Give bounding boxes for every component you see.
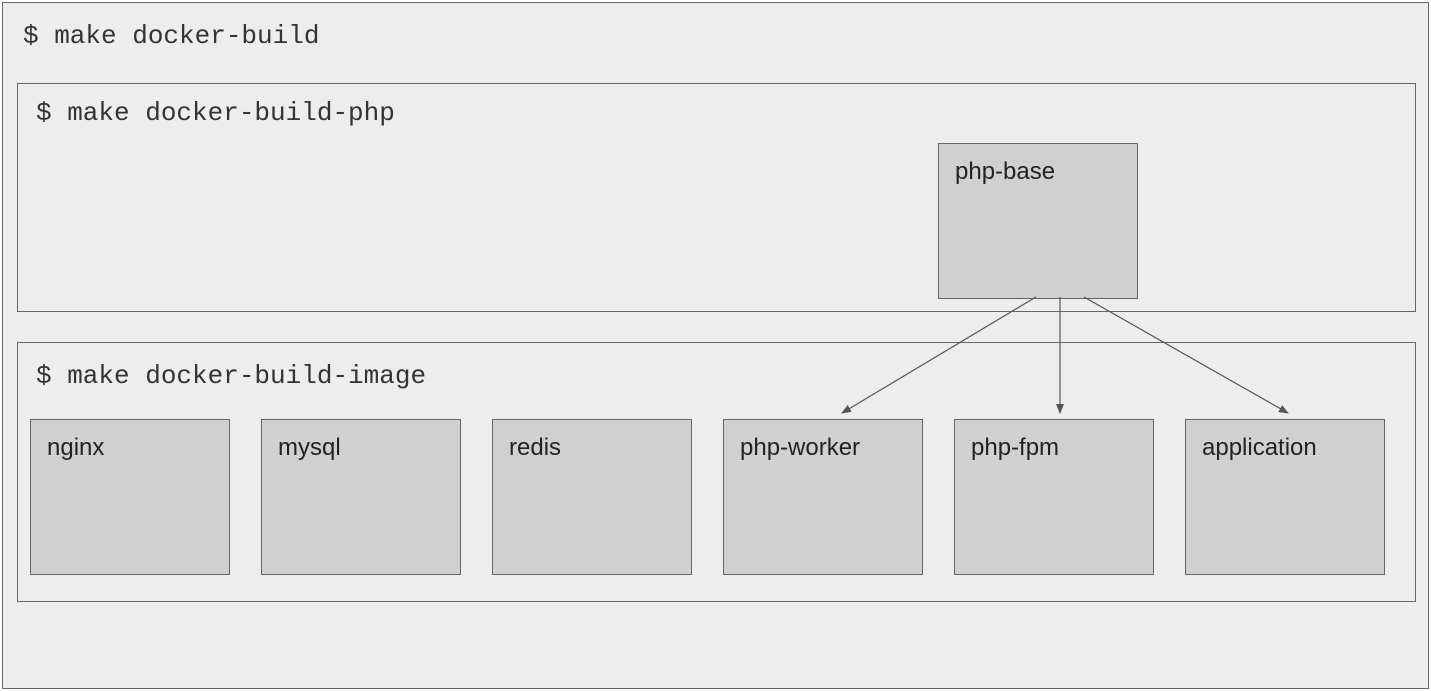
- redis-box: redis: [492, 419, 692, 575]
- docker-build-image-container: $ make docker-build-image nginx mysql re…: [17, 342, 1416, 602]
- docker-build-image-title: $ make docker-build-image: [36, 361, 426, 391]
- docker-build-php-container: $ make docker-build-php php-base: [17, 83, 1416, 312]
- service-label: application: [1202, 434, 1317, 461]
- service-label: redis: [509, 434, 561, 461]
- php-base-label: php-base: [955, 158, 1055, 185]
- service-label: nginx: [47, 434, 104, 461]
- php-fpm-box: php-fpm: [954, 419, 1154, 575]
- service-label: php-worker: [740, 434, 860, 461]
- service-label: php-fpm: [971, 434, 1059, 461]
- php-worker-box: php-worker: [723, 419, 923, 575]
- docker-build-php-title: $ make docker-build-php: [36, 98, 395, 128]
- docker-build-container: $ make docker-build $ make docker-build-…: [2, 2, 1429, 689]
- service-label: mysql: [278, 434, 341, 461]
- docker-build-title: $ make docker-build: [23, 21, 319, 51]
- nginx-box: nginx: [30, 419, 230, 575]
- mysql-box: mysql: [261, 419, 461, 575]
- application-box: application: [1185, 419, 1385, 575]
- php-base-box: php-base: [938, 143, 1138, 299]
